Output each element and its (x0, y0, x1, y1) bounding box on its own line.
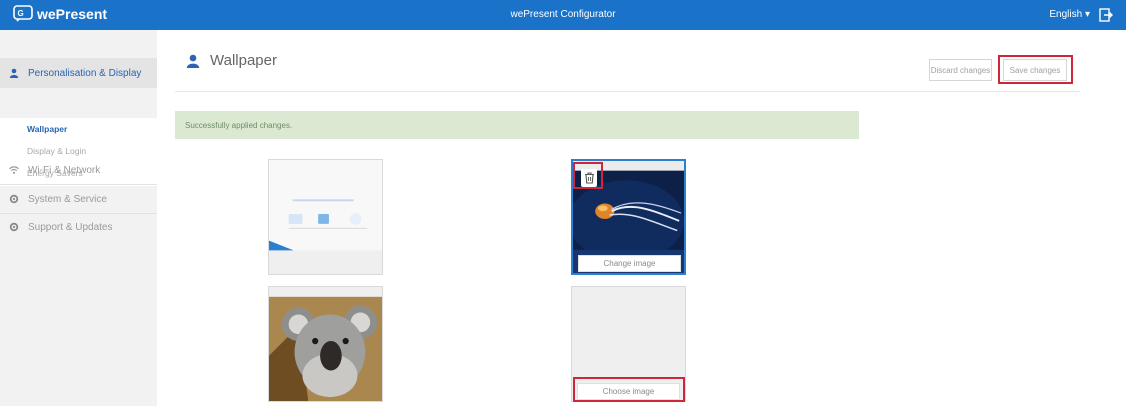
wallpaper-tile-koala[interactable] (268, 286, 383, 402)
delete-wallpaper-button[interactable] (581, 169, 597, 187)
sidebar-item-support-updates[interactable]: Support & Updates (0, 213, 157, 241)
sidebar-item-label: System & Service (28, 193, 107, 205)
user-icon (9, 68, 19, 78)
sidebar-item-wifi-network[interactable]: Wi-Fi & Network (0, 156, 157, 184)
wepresent-logo-icon: G (13, 5, 33, 22)
sidebar-item-personalisation[interactable]: Personalisation & Display (0, 58, 157, 88)
alert-message: Successfully applied changes. (185, 120, 293, 130)
choose-image-button[interactable]: Choose image (577, 383, 680, 400)
sidebar-item-system-service[interactable]: System & Service (0, 185, 157, 213)
sidebar: Personalisation & Display Wallpaper Disp… (0, 30, 157, 406)
sidebar-item-label: Support & Updates (28, 221, 113, 233)
top-bar: G wePresent wePresent Configurator Engli… (0, 0, 1126, 30)
header-divider (175, 91, 1080, 92)
svg-text:G: G (18, 9, 24, 18)
change-image-button[interactable]: Change image (578, 255, 681, 272)
wallpaper-thumbnail-image (269, 160, 382, 274)
user-icon (186, 54, 200, 68)
page-title: Wallpaper (210, 52, 277, 69)
sidebar-item-label: Personalisation & Display (28, 67, 142, 79)
brand[interactable]: G wePresent (13, 5, 107, 22)
gear-icon (9, 194, 19, 204)
app-title: wePresent Configurator (510, 9, 616, 20)
success-alert: Successfully applied changes. (175, 111, 859, 139)
page-header: Wallpaper (186, 52, 277, 69)
trash-icon (584, 172, 594, 184)
discard-changes-button[interactable]: Discard changes (929, 59, 992, 81)
language-dropdown[interactable]: English ▾ (1049, 9, 1090, 20)
save-changes-button[interactable]: Save changes (1003, 59, 1067, 81)
wallpaper-tile-jellyfish[interactable]: Change image (571, 159, 686, 275)
wallpaper-tile-default[interactable] (268, 159, 383, 275)
sidebar-item-label: Wi-Fi & Network (28, 164, 101, 176)
sidebar-subitem-display-login[interactable]: Display & Login (27, 146, 86, 156)
sidebar-subitem-wallpaper[interactable]: Wallpaper (27, 124, 67, 134)
wifi-icon (9, 166, 19, 174)
brand-name: wePresent (37, 5, 108, 22)
logout-icon[interactable] (1099, 8, 1113, 22)
wallpaper-tile-empty[interactable]: Choose image (571, 286, 686, 402)
gear-icon (9, 222, 19, 232)
koala-image (269, 287, 382, 401)
